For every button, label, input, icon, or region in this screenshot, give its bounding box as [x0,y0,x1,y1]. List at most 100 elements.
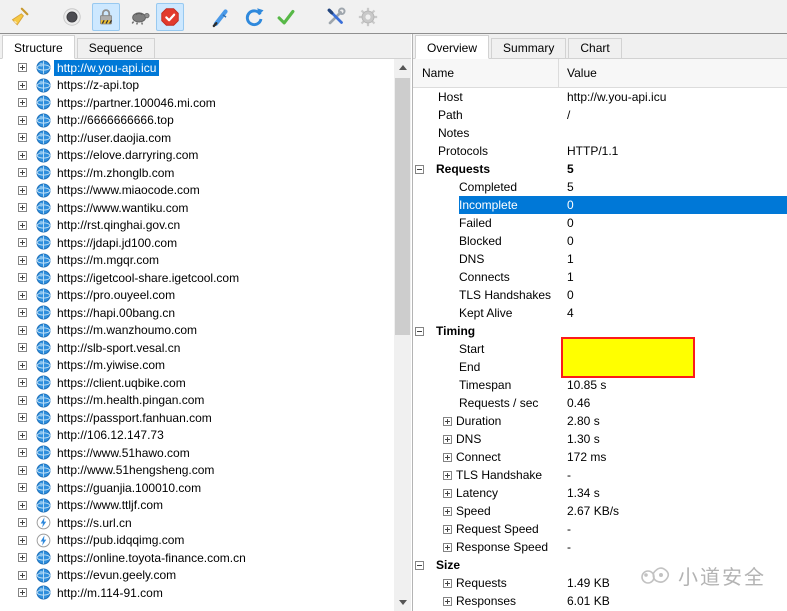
overview-row[interactable]: Hosthttp://w.you-api.icu [413,88,787,106]
expand-plus-icon[interactable] [18,116,27,125]
tab-chart[interactable]: Chart [568,38,621,58]
tree-row[interactable]: https://www.ttljf.com [0,497,394,515]
overview-row[interactable]: Connect172 ms [413,448,787,466]
expand-plus-icon[interactable] [18,483,27,492]
overview-row[interactable]: TLS Handshake- [413,466,787,484]
tree-row[interactable]: http://slb-sport.vesal.cn [0,339,394,357]
overview-row[interactable]: Blocked0 [413,232,787,250]
tree-row[interactable]: https://online.toyota-finance.com.cn [0,549,394,567]
expand-plus-icon[interactable] [18,396,27,405]
overview-row[interactable]: ProtocolsHTTP/1.1 [413,142,787,160]
tree-row[interactable]: https://igetcool-share.igetcool.com [0,269,394,287]
scroll-up-icon[interactable] [394,59,411,76]
overview-row[interactable]: Completed5 [413,178,787,196]
collapse-minus-icon[interactable] [415,165,424,174]
overview-row[interactable]: Requests / sec0.46 [413,394,787,412]
validate-check-icon[interactable] [272,3,300,31]
tree-row[interactable]: https://elove.darryring.com [0,147,394,165]
overview-row[interactable]: Duration2.80 s [413,412,787,430]
expand-plus-icon[interactable] [18,536,27,545]
expand-plus-icon[interactable] [443,543,452,552]
overview-row[interactable]: Failed0 [413,214,787,232]
breakpoints-stop-icon[interactable] [156,3,184,31]
record-toggle-icon[interactable] [58,3,86,31]
expand-plus-icon[interactable] [443,507,452,516]
expand-plus-icon[interactable] [18,413,27,422]
tree-row[interactable]: https://m.yiwise.com [0,357,394,375]
tab-summary[interactable]: Summary [491,38,566,58]
overview-row[interactable]: Kept Alive4 [413,304,787,322]
repeat-arrow-icon[interactable] [240,3,268,31]
expand-plus-icon[interactable] [443,597,452,606]
expand-plus-icon[interactable] [18,238,27,247]
tree-row[interactable]: https://evun.geely.com [0,567,394,585]
expand-plus-icon[interactable] [443,579,452,588]
expand-plus-icon[interactable] [18,256,27,265]
tree-row[interactable]: https://m.wanzhoumo.com [0,322,394,340]
clear-broom-icon[interactable] [6,3,34,31]
overview-row[interactable]: Connects1 [413,268,787,286]
expand-plus-icon[interactable] [18,343,27,352]
tree-row[interactable]: http://m.114-91.com [0,584,394,602]
overview-row[interactable]: Timespan10.85 s [413,376,787,394]
expand-plus-icon[interactable] [18,326,27,335]
expand-plus-icon[interactable] [18,291,27,300]
overview-row[interactable]: Speed2.67 KB/s [413,502,787,520]
tree-row[interactable]: https://s.url.cn [0,514,394,532]
tree-row[interactable]: http://6666666666.top [0,112,394,130]
expand-plus-icon[interactable] [18,98,27,107]
collapse-minus-icon[interactable] [415,561,424,570]
ssl-proxy-lock-icon[interactable] [92,3,120,31]
tab-structure[interactable]: Structure [2,35,75,59]
overview-row[interactable]: Latency1.34 s [413,484,787,502]
expand-plus-icon[interactable] [18,588,27,597]
expand-plus-icon[interactable] [18,466,27,475]
tree-row[interactable]: https://z-api.top [0,77,394,95]
tree-row[interactable]: http://w.you-api.icu [0,59,394,77]
expand-plus-icon[interactable] [18,553,27,562]
tree-row[interactable]: https://m.mgqr.com [0,252,394,270]
overview-row[interactable]: Incomplete0 [413,196,787,214]
expand-plus-icon[interactable] [443,417,452,426]
expand-plus-icon[interactable] [18,518,27,527]
tree-row[interactable]: https://pub.idqqimg.com [0,532,394,550]
expand-plus-icon[interactable] [18,378,27,387]
overview-row[interactable]: DNS1 [413,250,787,268]
overview-row[interactable]: TLS Handshakes0 [413,286,787,304]
overview-row[interactable]: Requests1.49 KB [413,574,787,592]
overview-row[interactable]: Request Speed- [413,520,787,538]
overview-row[interactable]: Path/ [413,106,787,124]
expand-plus-icon[interactable] [18,63,27,72]
tree-row[interactable]: https://m.zhonglb.com [0,164,394,182]
tree-row[interactable]: https://passport.fanhuan.com [0,409,394,427]
expand-plus-icon[interactable] [443,435,452,444]
expand-plus-icon[interactable] [18,81,27,90]
throttle-turtle-icon[interactable] [126,3,154,31]
expand-plus-icon[interactable] [18,448,27,457]
tree-row[interactable]: https://www.miaocode.com [0,182,394,200]
settings-gear-icon[interactable] [354,3,382,31]
tree-row[interactable]: https://client.uqbike.com [0,374,394,392]
scrollbar-thumb[interactable] [395,78,410,335]
expand-plus-icon[interactable] [443,453,452,462]
expand-plus-icon[interactable] [18,431,27,440]
overview-row[interactable]: Requests5 [413,160,787,178]
scroll-down-icon[interactable] [394,594,411,611]
overview-row[interactable]: Response Speed- [413,538,787,556]
expand-plus-icon[interactable] [18,273,27,282]
expand-plus-icon[interactable] [443,489,452,498]
expand-plus-icon[interactable] [18,133,27,142]
tree-row[interactable]: https://www.51hawo.com [0,444,394,462]
tree-row[interactable]: https://m.health.pingan.com [0,392,394,410]
tree-row[interactable]: https://guanjia.100010.com [0,479,394,497]
expand-plus-icon[interactable] [18,571,27,580]
tree-row[interactable]: http://www.51hengsheng.com [0,462,394,480]
expand-plus-icon[interactable] [18,151,27,160]
expand-plus-icon[interactable] [18,203,27,212]
tools-wrench-icon[interactable] [322,3,350,31]
overview-row[interactable]: DNS1.30 s [413,430,787,448]
expand-plus-icon[interactable] [18,308,27,317]
overview-row[interactable]: Notes [413,124,787,142]
tree-row[interactable]: https://partner.100046.mi.com [0,94,394,112]
collapse-minus-icon[interactable] [415,327,424,336]
